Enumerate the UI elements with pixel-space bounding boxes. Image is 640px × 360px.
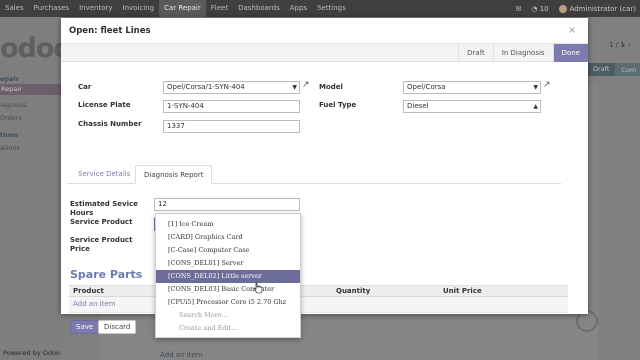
notification-counter[interactable]: ◔ 10: [531, 5, 548, 13]
menu-fleet[interactable]: Fleet: [206, 0, 233, 17]
stage-in-diagnosis[interactable]: In Diagnosis: [492, 44, 553, 62]
avatar: [558, 4, 567, 13]
dropdown-option-hovered[interactable]: [CONS_DEL02] Little server: [156, 270, 300, 283]
menu-settings[interactable]: Settings: [312, 0, 351, 17]
menu-apps[interactable]: Apps: [285, 0, 312, 17]
menu-sales[interactable]: Sales: [0, 0, 29, 17]
dialog-header: Open: fleet Lines ×: [61, 18, 588, 44]
top-navbar: Sales Purchases Inventory Invoicing Car …: [0, 0, 640, 17]
dropdown-option[interactable]: [CONS_DEL01] Server: [156, 257, 300, 270]
messages-icon[interactable]: ✉: [515, 5, 521, 13]
systray: ✉ ◔ 10 Administrator (car): [515, 0, 640, 17]
menu-purchases[interactable]: Purchases: [29, 0, 74, 17]
chevron-down-icon: ▼: [533, 84, 538, 91]
notification-count: 10: [539, 4, 549, 13]
chassis-number-field[interactable]: 1337: [163, 120, 300, 133]
col-product[interactable]: Product: [73, 287, 104, 295]
chassis-number-label: Chassis Number: [78, 120, 142, 128]
bg-sidebar-heading: epair: [0, 75, 19, 83]
user-menu[interactable]: Administrator (car): [558, 4, 636, 13]
external-link-icon[interactable]: ↗: [543, 80, 551, 90]
spare-parts-add-row: Add an item: [69, 297, 568, 313]
car-select[interactable]: Opel/Corsa/1-SYN-404 ▼: [163, 81, 300, 94]
estimated-hours-label-line-2: Hours: [70, 209, 94, 217]
fuel-type-value: Diesel: [407, 102, 429, 110]
col-unit-price[interactable]: Unit Price: [443, 287, 482, 295]
model-select[interactable]: Opel/Corsa ▼: [403, 81, 541, 94]
discard-button[interactable]: Discard: [98, 320, 137, 334]
service-price-label-line-1: Service Product: [70, 236, 133, 244]
statusbar: Draft In Diagnosis Done: [61, 44, 588, 62]
estimated-hours-field[interactable]: 12: [154, 198, 300, 211]
spare-parts-title: Spare Parts: [70, 268, 143, 281]
bg-add-line-link: Add an item: [160, 351, 203, 359]
tab-diagnosis-report[interactable]: Diagnosis Report: [135, 165, 213, 184]
car-value: Opel/Corsa/1-SYN-404: [167, 83, 245, 91]
chevron-down-icon: ▼: [292, 84, 297, 91]
menu-dashboards[interactable]: Dashboards: [233, 0, 285, 17]
app-menu: Sales Purchases Inventory Invoicing Car …: [0, 0, 351, 17]
notebook-tabs: Service Details Diagnosis Report: [67, 165, 561, 184]
stage-done[interactable]: Done: [552, 44, 588, 62]
menu-inventory[interactable]: Inventory: [74, 0, 117, 17]
tab-service-details[interactable]: Service Details: [70, 165, 138, 184]
estimated-hours-label-line-1: Estimated Sevice: [70, 200, 138, 208]
save-button[interactable]: Save: [70, 320, 100, 334]
bg-sidebar-item-diagnosis: iagnosis: [0, 101, 27, 109]
fleet-lines-dialog: Open: fleet Lines × Draft In Diagnosis D…: [61, 18, 588, 314]
service-price-label: Service Product Price: [70, 236, 132, 254]
dialog-title: Open: fleet Lines: [69, 26, 151, 36]
dropdown-option[interactable]: [C-Case] Computer Case: [156, 244, 300, 257]
hand-cursor-icon: [254, 282, 263, 294]
bg-sidebar-item-configurations: ations: [0, 144, 20, 152]
estimated-hours-label: Estimated Sevice Hours: [70, 200, 138, 218]
bg-sidebar-item-repair: Repair: [0, 84, 62, 95]
background-sidebar: [0, 17, 62, 360]
fuel-type-select[interactable]: Diesel ▲: [403, 100, 541, 113]
bg-status-draft: Draft: [587, 63, 616, 76]
create-and-edit-option[interactable]: Create and Edit...: [156, 322, 300, 335]
bg-pager-arrows: ‹ ›: [622, 40, 631, 49]
external-link-icon[interactable]: ↗: [302, 80, 310, 90]
stage-pipeline: Draft In Diagnosis Done: [458, 44, 588, 62]
license-plate-field[interactable]: 1-SYN-404: [163, 100, 300, 113]
stage-draft[interactable]: Draft: [458, 44, 493, 62]
model-value: Opel/Corsa: [407, 83, 446, 91]
bg-status-complete: Com: [621, 65, 637, 74]
chevron-down-icon: ▲: [533, 103, 538, 110]
user-name: Administrator (car): [569, 4, 636, 13]
service-price-label-line-2: Price: [70, 245, 90, 253]
service-product-label: Service Product: [70, 218, 133, 226]
service-product-dropdown: [1] Ice Cream [CARD] Graphics Card [C-Ca…: [155, 213, 301, 338]
menu-invoicing[interactable]: Invoicing: [118, 0, 160, 17]
fuel-type-label: Fuel Type: [319, 101, 357, 109]
bg-sidebar-item-orders: Orders: [0, 114, 22, 122]
dropdown-option[interactable]: [CONS_DEL03] Basic Computer: [156, 283, 300, 296]
dialog-body: Car Opel/Corsa/1-SYN-404 ▼ ↗ License Pla…: [61, 63, 588, 313]
car-label: Car: [78, 83, 92, 91]
close-icon[interactable]: ×: [568, 25, 576, 36]
dropdown-option[interactable]: [CPUi5] Processor Core i5 2.70 Ghz: [156, 296, 300, 309]
col-quantity[interactable]: Quantity: [336, 287, 370, 295]
license-plate-label: License Plate: [78, 101, 131, 109]
model-label: Model: [319, 83, 343, 91]
menu-car-repair[interactable]: Car Repair: [159, 0, 206, 17]
bg-statusbar: Draft Com: [587, 63, 640, 76]
dropdown-option[interactable]: [1] Ice Cream: [156, 218, 300, 231]
bg-sidebar-heading-2: tions: [0, 131, 19, 139]
spare-parts-header: Product Quantity Unit Price: [69, 285, 568, 297]
dropdown-option[interactable]: [CARD] Graphics Card: [156, 231, 300, 244]
add-item-link[interactable]: Add an item: [73, 300, 116, 308]
search-more-option[interactable]: Search More...: [156, 309, 300, 322]
powered-by: Powered by Odoo: [3, 349, 60, 357]
